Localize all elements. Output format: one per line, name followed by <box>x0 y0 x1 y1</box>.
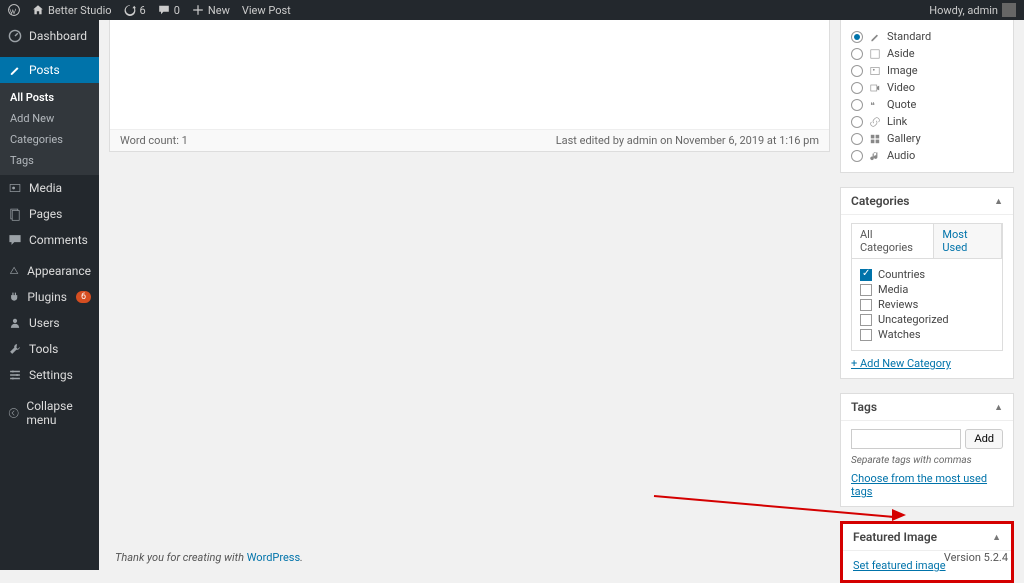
format-box: Standard Aside Image Video ❝Quote Link G… <box>840 20 1014 173</box>
add-new-category[interactable]: + Add New Category <box>851 357 951 370</box>
posts-submenu: All Posts Add New Categories Tags <box>0 83 99 175</box>
cat-watches[interactable]: Watches <box>860 327 994 342</box>
footer: Thank you for creating with WordPress. V… <box>99 545 1024 570</box>
categories-box: Categories▲ All Categories Most Used Cou… <box>840 187 1014 379</box>
svg-text:❝: ❝ <box>870 101 875 111</box>
sidebar-item-plugins[interactable]: Plugins6 <box>0 284 99 310</box>
submenu-add-new[interactable]: Add New <box>0 108 99 129</box>
admin-sidebar: Dashboard Posts All Posts Add New Catego… <box>0 20 99 570</box>
plugins-badge: 6 <box>76 291 91 303</box>
sidebar-item-posts[interactable]: Posts <box>0 57 99 83</box>
cat-media[interactable]: Media <box>860 282 994 297</box>
cat-countries[interactable]: Countries <box>860 267 994 282</box>
wp-logo[interactable] <box>8 4 20 16</box>
updates[interactable]: 6 <box>124 4 146 17</box>
submenu-categories[interactable]: Categories <box>0 129 99 150</box>
format-audio[interactable]: Audio <box>851 147 1003 164</box>
cat-uncategorized[interactable]: Uncategorized <box>860 312 994 327</box>
format-standard[interactable]: Standard <box>851 28 1003 45</box>
tags-input[interactable] <box>851 429 961 449</box>
format-aside[interactable]: Aside <box>851 45 1003 62</box>
right-column: Standard Aside Image Video ❝Quote Link G… <box>840 20 1014 583</box>
site-name[interactable]: Better Studio <box>32 4 112 17</box>
avatar <box>1002 3 1016 17</box>
thanks-text: Thank you for creating with <box>115 551 247 564</box>
sidebar-item-pages[interactable]: Pages <box>0 201 99 227</box>
format-quote[interactable]: ❝Quote <box>851 96 1003 113</box>
sidebar-item-settings[interactable]: Settings <box>0 362 99 388</box>
howdy[interactable]: Howdy, admin <box>929 3 1016 17</box>
format-image[interactable]: Image <box>851 62 1003 79</box>
chevron-up-icon: ▲ <box>992 532 1001 543</box>
view-post[interactable]: View Post <box>242 4 291 17</box>
category-tabs: All Categories Most Used <box>851 223 1003 258</box>
sidebar-item-comments[interactable]: Comments <box>0 227 99 253</box>
tab-most-used[interactable]: Most Used <box>934 224 1002 258</box>
cat-reviews[interactable]: Reviews <box>860 297 994 312</box>
tags-hint: Separate tags with commas <box>851 455 1003 466</box>
categories-head[interactable]: Categories▲ <box>841 188 1013 215</box>
format-video[interactable]: Video <box>851 79 1003 96</box>
last-edited: Last edited by admin on November 6, 2019… <box>556 134 819 147</box>
main: Word count: 1 Last edited by admin on No… <box>99 20 1024 570</box>
sidebar-item-media[interactable]: Media <box>0 175 99 201</box>
version-text: Version 5.2.4 <box>944 551 1008 564</box>
chevron-up-icon: ▲ <box>994 196 1003 207</box>
collapse-menu[interactable]: Collapse menu <box>0 393 99 433</box>
category-list: Countries Media Reviews Uncategorized Wa… <box>851 258 1003 351</box>
tags-box: Tags▲ Add Separate tags with commas Choo… <box>840 393 1014 507</box>
admin-bar: Better Studio 6 0 New View Post Howdy, a… <box>0 0 1024 20</box>
add-tag-button[interactable]: Add <box>965 429 1003 449</box>
chevron-up-icon: ▲ <box>994 402 1003 413</box>
word-count: Word count: 1 <box>120 134 188 147</box>
format-gallery[interactable]: Gallery <box>851 130 1003 147</box>
editor-area[interactable]: Word count: 1 Last edited by admin on No… <box>109 20 830 152</box>
submenu-tags[interactable]: Tags <box>0 150 99 171</box>
sidebar-item-dashboard[interactable]: Dashboard <box>0 20 99 52</box>
tags-head[interactable]: Tags▲ <box>841 394 1013 421</box>
editor-footer: Word count: 1 Last edited by admin on No… <box>110 129 829 151</box>
choose-most-used-tags[interactable]: Choose from the most used tags <box>851 472 1003 498</box>
sidebar-item-users[interactable]: Users <box>0 310 99 336</box>
format-link[interactable]: Link <box>851 113 1003 130</box>
sidebar-item-appearance[interactable]: Appearance <box>0 258 99 284</box>
tab-all-categories[interactable]: All Categories <box>852 224 934 258</box>
comments-bubble[interactable]: 0 <box>158 4 180 17</box>
wordpress-link[interactable]: WordPress <box>247 551 300 564</box>
new-content[interactable]: New <box>192 4 230 17</box>
annotation-arrowhead <box>892 509 906 521</box>
sidebar-item-tools[interactable]: Tools <box>0 336 99 362</box>
submenu-all-posts[interactable]: All Posts <box>0 87 99 108</box>
